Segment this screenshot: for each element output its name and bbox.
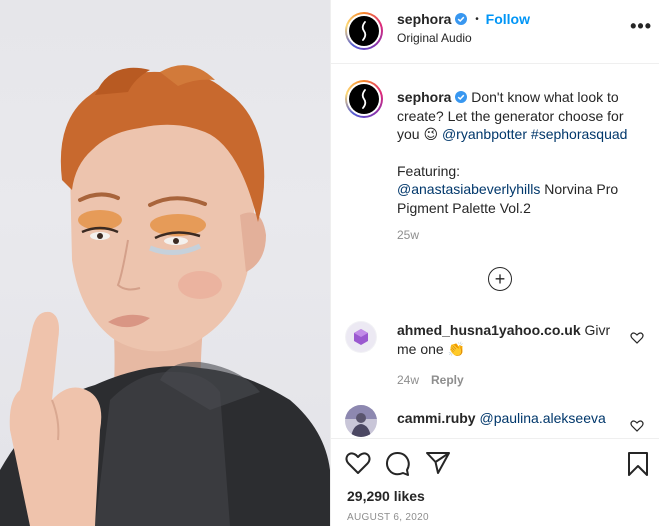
reply-button[interactable]: Reply <box>431 373 464 387</box>
save-bookmark-icon[interactable] <box>627 451 649 480</box>
like-comment-heart-icon[interactable] <box>630 331 644 345</box>
caption-avatar[interactable] <box>345 80 383 118</box>
sephora-logo-icon <box>349 16 379 46</box>
commenter-avatar[interactable] <box>345 321 377 353</box>
follow-button[interactable]: Follow <box>486 11 530 27</box>
post-author-username[interactable]: sephora <box>397 11 451 27</box>
like-heart-icon[interactable] <box>345 451 371 478</box>
audio-label[interactable]: Original Audio <box>397 31 472 45</box>
post-actions-bar: 29,290 likes AUGUST 6, 2020 <box>331 438 659 526</box>
video-frame-illustration <box>0 65 330 526</box>
sephora-avatar[interactable] <box>345 12 383 50</box>
post-date[interactable]: AUGUST 6, 2020 <box>347 512 429 523</box>
clap-emoji-icon: 👏 <box>447 341 466 357</box>
separator-dot: • <box>475 14 479 25</box>
comment-timestamp[interactable]: 24w <box>397 373 419 387</box>
like-comment-heart-icon[interactable] <box>630 419 644 433</box>
comment-username[interactable]: cammi.ruby <box>397 410 476 426</box>
comment-mention[interactable]: @paulina.alekseeva <box>479 410 605 426</box>
more-options-button[interactable]: ••• <box>630 16 652 37</box>
share-paper-plane-icon[interactable] <box>425 451 451 478</box>
verified-badge-icon <box>455 91 468 103</box>
comment-bubble-icon[interactable] <box>385 451 411 480</box>
comment-item: ahmed_husna1yahoo.co.uk Givr me one 👏 24… <box>345 321 650 391</box>
featuring-label: Featuring: <box>397 162 461 179</box>
mention-anastasiabeverlyhills[interactable]: @anastasiabeverlyhills <box>397 181 540 197</box>
caption-username[interactable]: sephora <box>397 89 451 105</box>
post-side-panel: sephora • Follow Original Audio ••• seph… <box>330 0 659 526</box>
comment-username[interactable]: ahmed_husna1yahoo.co.uk <box>397 322 581 338</box>
verified-badge-icon <box>455 13 468 25</box>
comment-item: cammi.ruby @paulina.alekseeva <box>345 405 650 438</box>
sephora-logo-icon <box>349 84 379 114</box>
likes-count[interactable]: 29,290 likes <box>347 488 425 504</box>
hashtag-sephorasquad[interactable]: #sephorasquad <box>531 126 628 142</box>
mention-ryanbpotter[interactable]: @ryanbpotter <box>442 126 527 142</box>
post-caption: sephora Don't know what look to create? … <box>397 88 649 217</box>
caption-timestamp[interactable]: 25w <box>397 228 419 242</box>
post-media-video[interactable] <box>0 0 330 526</box>
load-more-comments-button[interactable]: + <box>488 267 512 291</box>
wink-emoji-icon: 😉 <box>423 126 439 142</box>
commenter-avatar[interactable] <box>345 405 377 437</box>
post-header: sephora • Follow Original Audio ••• <box>331 0 659 64</box>
